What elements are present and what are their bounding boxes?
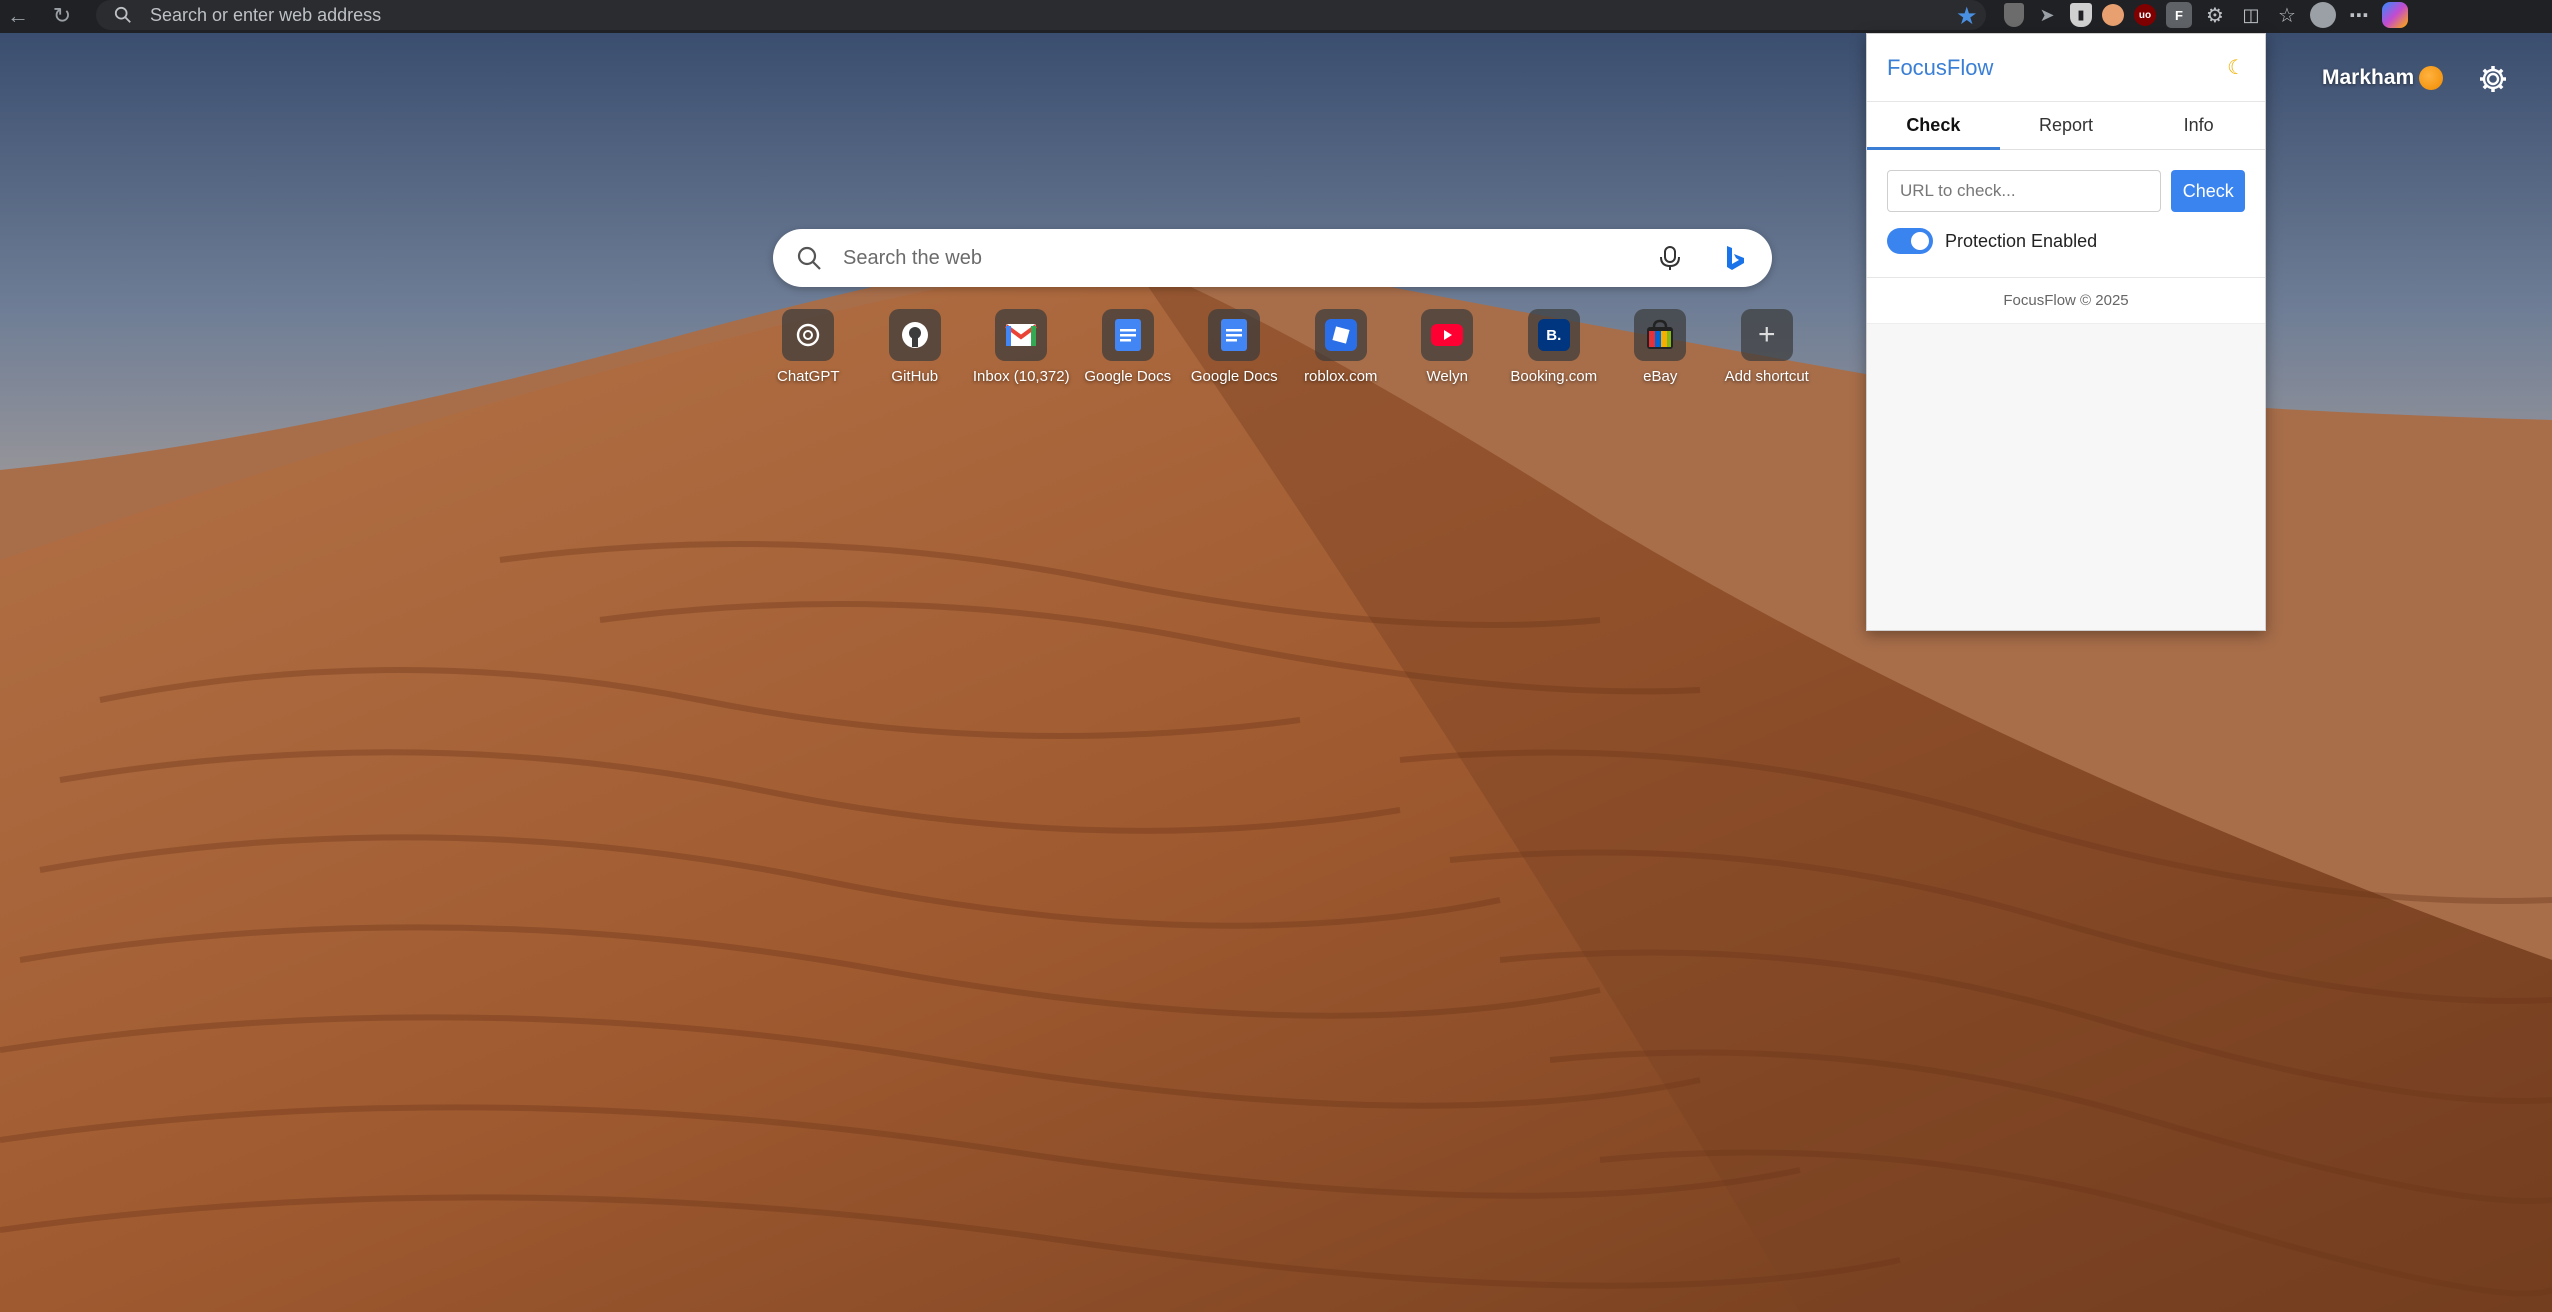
popup-tabs: Check Report Info [1867,102,2265,150]
shortcut-label: Inbox (10,372) [972,368,1070,385]
shortcut-label: Google Docs [1084,368,1172,385]
shortcut-booking[interactable]: B. Booking.com [1501,309,1608,385]
bookmark-star-icon[interactable]: ★ [1956,2,1978,31]
microphone-icon[interactable] [1656,244,1684,272]
shortcut-add[interactable]: + Add shortcut [1714,309,1821,385]
popup-title: FocusFlow [1887,54,1994,80]
tab-report[interactable]: Report [2000,102,2133,149]
youtube-icon [1421,309,1474,361]
tab-check[interactable]: Check [1867,102,2000,150]
github-icon [888,309,941,361]
web-search-box[interactable]: Search the web [773,229,1772,287]
shortcut-roblox[interactable]: roblox.com [1288,309,1395,385]
focusflow-popup: FocusFlow ☾ Check Report Info Check Prot… [1866,33,2266,631]
booking-icon: B. [1527,309,1580,361]
shield-extension-icon[interactable] [2004,3,2024,27]
focusflow-extension-icon[interactable]: F [2166,2,2192,28]
browser-toolbar: ← ↻ Search or enter web address ★ ➤ ▮ uo… [0,0,2552,33]
extensions-row: ➤ ▮ uo F ⚙ ◫ ☆ ⋯ [2004,0,2408,30]
address-placeholder: Search or enter web address [150,4,382,25]
shortcut-welyn[interactable]: Welyn [1394,309,1501,385]
search-icon [114,6,131,23]
shortcut-label: roblox.com [1304,368,1378,385]
shortcut-chatgpt[interactable]: ChatGPT [755,309,862,385]
face-extension-icon[interactable] [2102,4,2124,26]
shortcut-ebay[interactable]: eBay [1607,309,1714,385]
shortcut-label: GitHub [891,368,939,385]
protection-label: Protection Enabled [1945,230,2098,251]
bing-icon[interactable] [1720,243,1750,273]
bird-extension-icon[interactable]: ➤ [2034,2,2060,28]
more-menu-icon[interactable]: ⋯ [2346,2,2372,28]
shortcut-label: Welyn [1426,368,1468,385]
moon-icon[interactable]: ☾ [2227,55,2245,80]
weather-sun-icon[interactable] [2419,66,2443,90]
google-docs-icon [1208,309,1261,361]
search-placeholder: Search the web [843,246,982,269]
favorites-icon[interactable]: ☆ [2274,2,2300,28]
copilot-icon[interactable] [2382,2,2408,28]
shortcut-label: Add shortcut [1724,368,1809,385]
check-button[interactable]: Check [2171,170,2245,212]
extensions-puzzle-icon[interactable]: ⚙ [2202,2,2228,28]
profile-name[interactable]: Markham [2322,66,2414,90]
roblox-icon [1314,309,1367,361]
url-input[interactable] [1887,170,2162,212]
address-bar[interactable]: Search or enter web address [96,0,1986,30]
search-icon [797,246,821,270]
split-screen-icon[interactable]: ◫ [2238,2,2264,28]
shortcut-label: Booking.com [1510,368,1598,385]
check-panel: Check Protection Enabled [1867,150,2265,278]
gmail-icon [995,309,1048,361]
profile-avatar-icon[interactable] [2310,2,2336,28]
chatgpt-icon [782,309,835,361]
shortcut-google-docs-2[interactable]: Google Docs [1181,309,1288,385]
reload-button[interactable]: ↻ [46,0,78,32]
back-button[interactable]: ← [2,0,34,32]
gear-icon[interactable] [2478,64,2508,94]
shortcut-row: ChatGPT GitHub Inbox (10,372) Google Doc… [755,309,1820,385]
tab-info[interactable]: Info [2132,102,2265,149]
shortcut-inbox[interactable]: Inbox (10,372) [968,309,1075,385]
shortcut-label: ChatGPT [776,368,840,385]
google-docs-icon [1101,309,1154,361]
plus-icon: + [1740,309,1793,361]
shortcut-label: Google Docs [1190,368,1278,385]
popup-header: FocusFlow ☾ [1867,34,2265,102]
shortcut-label: eBay [1643,368,1678,385]
protection-toggle[interactable] [1887,228,1933,254]
shortcut-github[interactable]: GitHub [862,309,969,385]
ebay-icon [1634,309,1687,361]
protection-toggle-row: Protection Enabled [1887,228,2245,254]
url-check-row: Check [1887,170,2245,212]
shortcut-google-docs-1[interactable]: Google Docs [1075,309,1182,385]
popup-footer: FocusFlow © 2025 [1867,278,2265,324]
ublock-extension-icon[interactable]: uo [2134,4,2156,26]
bitwarden-extension-icon[interactable]: ▮ [2070,3,2092,27]
